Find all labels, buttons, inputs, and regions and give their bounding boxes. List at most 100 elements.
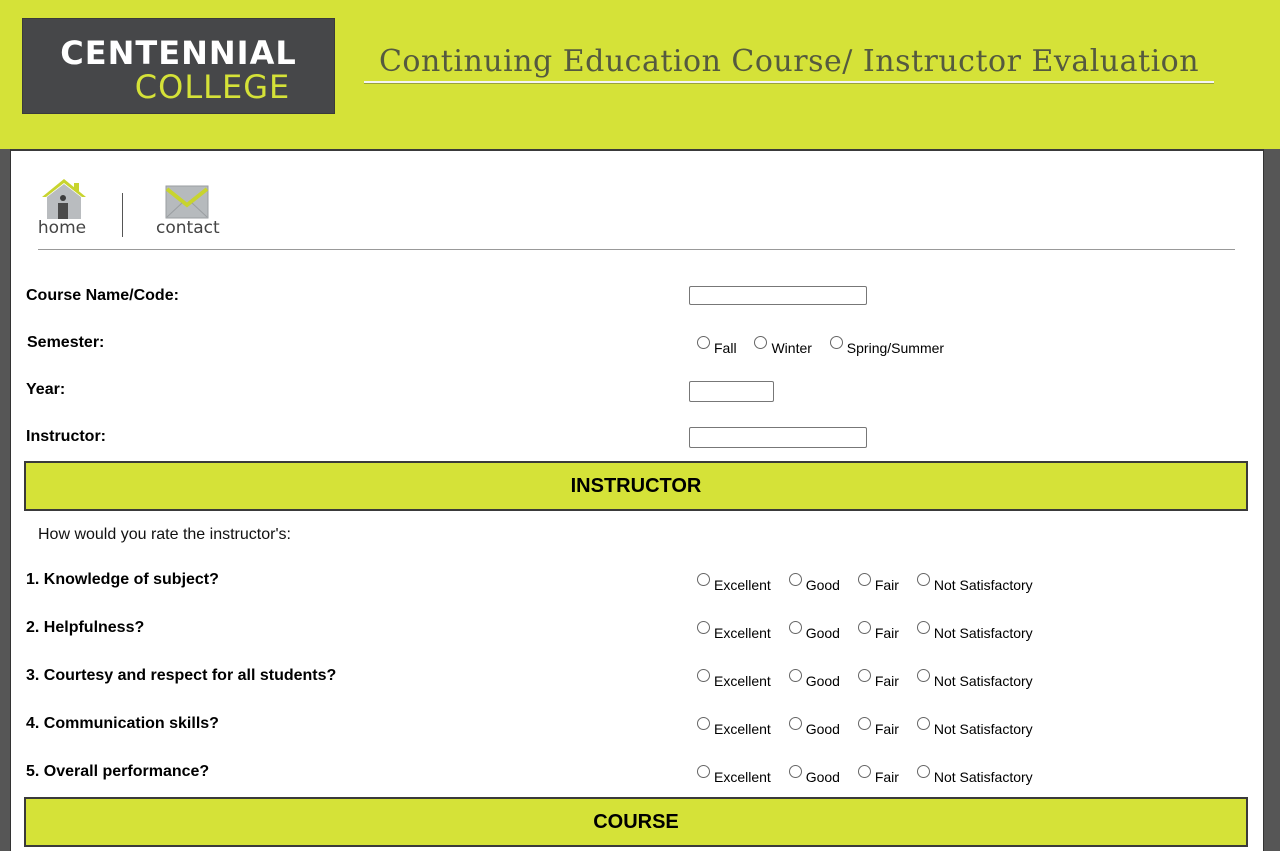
radio-button[interactable] (788, 621, 802, 634)
radio-button[interactable] (916, 669, 930, 682)
radio-button[interactable] (788, 717, 802, 730)
radio-label: Fall (714, 340, 737, 356)
rating-option-not-satisfactory[interactable]: Not Satisfactory (916, 573, 1033, 593)
radio-label: Excellent (714, 769, 771, 785)
question-label: 5. Overall performance? (26, 763, 210, 780)
home-icon (42, 179, 86, 219)
nav-divider (122, 193, 123, 237)
question-label: 2. Helpfulness? (26, 619, 145, 636)
radio-button[interactable] (754, 336, 768, 349)
radio-button[interactable] (857, 765, 871, 778)
radio-label: Fair (874, 769, 899, 785)
radio-label: Fair (874, 673, 899, 689)
radio-button[interactable] (857, 621, 871, 634)
rating-option-good[interactable]: Good (788, 669, 840, 689)
rating-option-fair[interactable]: Fair (857, 717, 899, 737)
rating-option-good[interactable]: Good (788, 717, 840, 737)
radio-button[interactable] (697, 621, 710, 634)
semester-option-fall[interactable]: Fall (697, 336, 737, 356)
semester-radio-group: Fall Winter Spring/Summer (697, 336, 958, 356)
radio-button[interactable] (829, 336, 843, 349)
radio-label: Good (805, 577, 840, 593)
radio-label: Good (805, 721, 840, 737)
radio-button[interactable] (788, 669, 802, 682)
radio-button[interactable] (697, 336, 710, 349)
radio-button[interactable] (916, 765, 930, 778)
rating-option-good[interactable]: Good (788, 765, 840, 785)
radio-button[interactable] (788, 765, 802, 778)
nav-home-link[interactable]: home (38, 177, 94, 241)
radio-button[interactable] (857, 717, 871, 730)
semester-option-winter[interactable]: Winter (754, 336, 812, 356)
rating-option-fair[interactable]: Fair (857, 669, 899, 689)
rating-option-good[interactable]: Good (788, 573, 840, 593)
radio-label: Winter (771, 340, 812, 356)
rating-option-not-satisfactory[interactable]: Not Satisfactory (916, 621, 1033, 641)
question-label: 1. Knowledge of subject? (26, 571, 219, 588)
radio-button[interactable] (857, 669, 871, 682)
instructor-rating-intro: How would you rate the instructor's: (38, 526, 291, 543)
page-header: CENTENNIAL COLLEGE Continuing Education … (0, 0, 1280, 149)
instructor-section-heading: INSTRUCTOR (24, 461, 1248, 511)
rating-option-excellent[interactable]: Excellent (697, 669, 771, 689)
radio-label: Not Satisfactory (933, 577, 1033, 593)
radio-label: Not Satisfactory (933, 721, 1033, 737)
rating-radio-group-q1: Excellent Good Fair Not Satisfactory (697, 573, 1047, 593)
course-section-heading: COURSE (24, 797, 1248, 847)
radio-button[interactable] (697, 573, 710, 586)
nav-contact-link[interactable]: contact (156, 185, 220, 241)
rating-option-not-satisfactory[interactable]: Not Satisfactory (916, 717, 1033, 737)
radio-button[interactable] (697, 765, 710, 778)
page-title: Continuing Education Course/ Instructor … (378, 44, 1200, 79)
radio-button[interactable] (916, 573, 930, 586)
instructor-name-input[interactable] (689, 427, 867, 448)
radio-label: Excellent (714, 673, 771, 689)
rating-radio-group-q2: Excellent Good Fair Not Satisfactory (697, 621, 1047, 641)
instructor-name-label: Instructor: (26, 428, 106, 445)
rating-option-excellent[interactable]: Excellent (697, 621, 771, 641)
rating-radio-group-q5: Excellent Good Fair Not Satisfactory (697, 765, 1047, 785)
rating-option-not-satisfactory[interactable]: Not Satisfactory (916, 669, 1033, 689)
college-logo[interactable]: CENTENNIAL COLLEGE (23, 19, 334, 113)
course-name-label: Course Name/Code: (26, 287, 179, 304)
rating-option-fair[interactable]: Fair (857, 573, 899, 593)
radio-label: Good (805, 673, 840, 689)
rating-option-not-satisfactory[interactable]: Not Satisfactory (916, 765, 1033, 785)
nav-separator-line (38, 249, 1235, 250)
radio-label: Spring/Summer (846, 340, 945, 356)
semester-label: Semester: (27, 334, 105, 351)
rating-option-excellent[interactable]: Excellent (697, 765, 771, 785)
rating-option-good[interactable]: Good (788, 621, 840, 641)
title-underline (364, 81, 1214, 84)
radio-label: Excellent (714, 577, 771, 593)
radio-button[interactable] (916, 621, 930, 634)
radio-label: Fair (874, 625, 899, 641)
nav-contact-label: contact (156, 218, 220, 238)
radio-label: Good (805, 769, 840, 785)
year-input[interactable] (689, 381, 774, 402)
rating-option-excellent[interactable]: Excellent (697, 717, 771, 737)
rating-option-excellent[interactable]: Excellent (697, 573, 771, 593)
course-name-input[interactable] (689, 286, 867, 305)
rating-option-fair[interactable]: Fair (857, 621, 899, 641)
radio-button[interactable] (788, 573, 802, 586)
question-label: 4. Communication skills? (26, 715, 219, 732)
radio-button[interactable] (697, 669, 710, 682)
year-label: Year: (26, 381, 66, 398)
radio-button[interactable] (916, 717, 930, 730)
rating-radio-group-q4: Excellent Good Fair Not Satisfactory (697, 717, 1047, 737)
radio-label: Not Satisfactory (933, 673, 1033, 689)
radio-label: Fair (874, 577, 899, 593)
radio-label: Excellent (714, 721, 771, 737)
rating-option-fair[interactable]: Fair (857, 765, 899, 785)
semester-option-spring-summer[interactable]: Spring/Summer (829, 336, 945, 356)
radio-label: Excellent (714, 625, 771, 641)
radio-label: Fair (874, 721, 899, 737)
logo-text-centennial: CENTENNIAL (60, 34, 297, 72)
nav-home-label: home (37, 218, 87, 238)
question-label: 3. Courtesy and respect for all students… (26, 667, 337, 684)
envelope-icon (165, 185, 209, 219)
radio-label: Not Satisfactory (933, 625, 1033, 641)
radio-button[interactable] (697, 717, 710, 730)
radio-button[interactable] (857, 573, 871, 586)
